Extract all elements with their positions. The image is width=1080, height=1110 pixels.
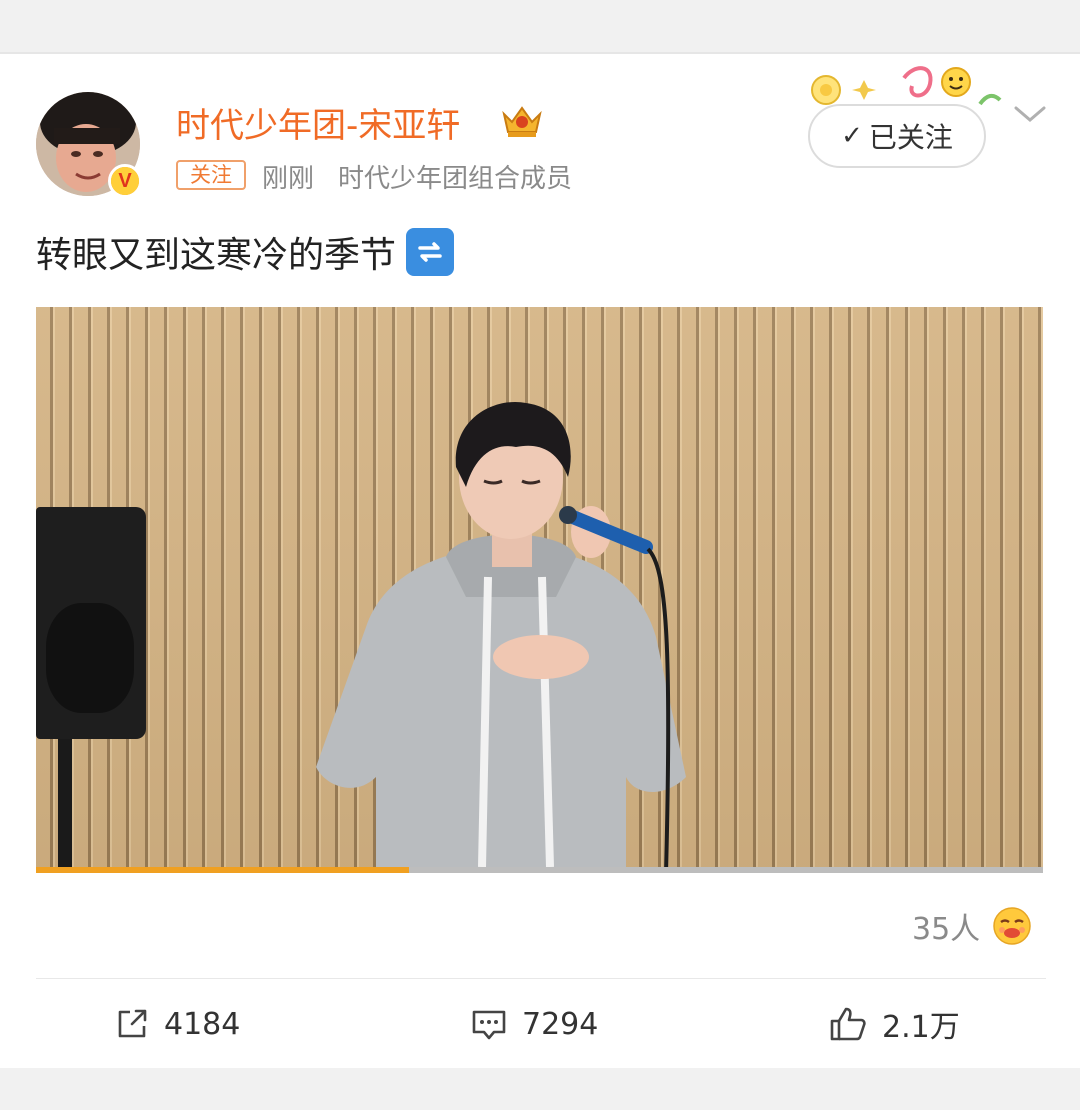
speaker-stand (58, 739, 72, 869)
video-progress-fill (36, 867, 409, 873)
reaction-count: 35人 (912, 912, 981, 947)
like-count: 2.1万 (882, 1010, 960, 1045)
reactions-summary[interactable]: 35人 (912, 904, 1032, 948)
repost-count: 4184 (164, 1006, 241, 1042)
repeat-emoji-icon (406, 228, 455, 276)
video-progress-bar[interactable] (36, 867, 1043, 873)
followed-button[interactable]: ✓ 已关注 (808, 104, 986, 168)
comment-icon (472, 1010, 506, 1040)
check-icon: ✓ (841, 121, 863, 151)
repost-button[interactable]: 4184 (114, 1000, 240, 1048)
top-spacer (0, 0, 1080, 54)
comment-count: 7294 (522, 1006, 599, 1042)
thumbs-up-icon (830, 1007, 866, 1041)
sleepy-face-emoji-icon (993, 907, 1031, 945)
follow-tag[interactable]: 关注 (176, 160, 246, 190)
post-text-row: 转眼又到这寒冷的季节 (36, 226, 455, 278)
followed-label: 已关注 (868, 121, 953, 154)
like-button[interactable]: 2.1万 (828, 1000, 960, 1048)
verified-badge-icon: V (108, 164, 142, 198)
post-time: 刚刚 (262, 164, 315, 194)
post-text: 转眼又到这寒冷的季节 (36, 235, 397, 276)
username[interactable]: 时代少年团-宋亚轩 (176, 98, 460, 147)
user-description: 时代少年团组合成员 (338, 164, 573, 194)
singer-image (316, 401, 686, 873)
video-player[interactable] (36, 307, 1043, 873)
share-out-icon (118, 1009, 147, 1038)
speaker-woofer (46, 603, 134, 713)
comment-button[interactable]: 7294 (470, 1000, 598, 1048)
speaker-image (36, 507, 146, 739)
chevron-down-icon[interactable] (1012, 100, 1048, 128)
divider (36, 978, 1046, 979)
bottom-spacer (0, 1068, 1080, 1110)
crown-icon (502, 106, 542, 137)
